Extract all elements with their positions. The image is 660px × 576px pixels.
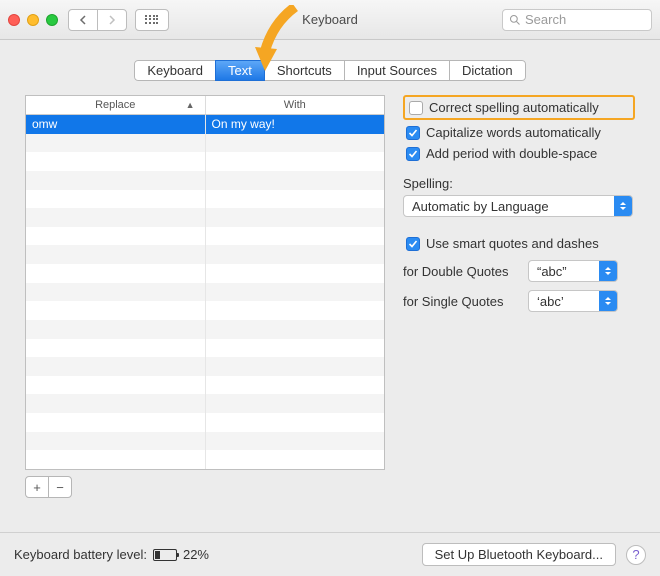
add-period-row[interactable]: Add period with double-space — [403, 145, 635, 162]
replacements-table[interactable]: Replace ▲ With omw On my way! — [25, 95, 385, 470]
spelling-select[interactable]: Automatic by Language — [403, 195, 633, 217]
checkbox-capitalize[interactable] — [406, 126, 420, 140]
table-body: omw On my way! — [26, 115, 384, 469]
preferences-window: Keyboard Search Keyboard Text Shortcuts … — [0, 0, 660, 576]
bluetooth-keyboard-button[interactable]: Set Up Bluetooth Keyboard... — [422, 543, 616, 566]
dropdown-arrows-icon — [614, 196, 632, 216]
spelling-value: Automatic by Language — [412, 199, 549, 214]
add-button[interactable]: + — [25, 476, 49, 498]
correct-spelling-label: Correct spelling automatically — [429, 100, 599, 115]
titlebar: Keyboard Search — [0, 0, 660, 40]
checkbox-add-period[interactable] — [406, 147, 420, 161]
back-button[interactable] — [68, 9, 98, 31]
add-remove-buttons: + − — [25, 476, 72, 498]
capitalize-label: Capitalize words automatically — [426, 125, 601, 140]
single-quotes-select[interactable]: ‘abc’ — [528, 290, 618, 312]
replacements-panel: Replace ▲ With omw On my way! — [25, 95, 385, 498]
search-input[interactable]: Search — [502, 9, 652, 31]
chevron-left-icon — [79, 15, 87, 25]
check-icon — [408, 128, 418, 138]
checkbox-correct-spelling[interactable] — [409, 101, 423, 115]
search-icon — [509, 14, 521, 26]
smart-quotes-label: Use smart quotes and dashes — [426, 236, 599, 251]
double-quotes-select[interactable]: “abc” — [528, 260, 618, 282]
tab-keyboard[interactable]: Keyboard — [134, 60, 216, 81]
battery-icon — [153, 549, 177, 561]
remove-button[interactable]: − — [48, 476, 72, 498]
smart-quotes-row[interactable]: Use smart quotes and dashes — [403, 235, 635, 252]
battery-percent: 22% — [183, 547, 209, 562]
tab-bar: Keyboard Text Shortcuts Input Sources Di… — [10, 60, 650, 81]
single-quotes-row: for Single Quotes ‘abc’ — [403, 290, 635, 312]
double-quotes-row: for Double Quotes “abc” — [403, 260, 635, 282]
double-quotes-value: “abc” — [537, 264, 567, 279]
minimize-icon[interactable] — [27, 14, 39, 26]
double-quotes-label: for Double Quotes — [403, 264, 521, 279]
grid-icon — [145, 15, 159, 25]
tab-input-sources[interactable]: Input Sources — [344, 60, 450, 81]
footer: Keyboard battery level: 22% Set Up Bluet… — [0, 532, 660, 576]
search-placeholder: Search — [525, 12, 566, 27]
show-all-button[interactable] — [135, 9, 169, 31]
window-controls — [8, 14, 58, 26]
tab-dictation[interactable]: Dictation — [449, 60, 526, 81]
content-area: Keyboard Text Shortcuts Input Sources Di… — [0, 40, 660, 498]
table-header: Replace ▲ With — [26, 96, 384, 115]
cell-with: On my way! — [206, 115, 385, 134]
text-options: Correct spelling automatically Capitaliz… — [403, 95, 635, 498]
single-quotes-value: ‘abc’ — [537, 294, 564, 309]
zoom-icon[interactable] — [46, 14, 58, 26]
tab-text[interactable]: Text — [215, 60, 265, 81]
col-replace[interactable]: Replace ▲ — [26, 96, 206, 114]
close-icon[interactable] — [8, 14, 20, 26]
cell-replace: omw — [26, 115, 206, 134]
capitalize-row[interactable]: Capitalize words automatically — [403, 124, 635, 141]
checkbox-smart-quotes[interactable] — [406, 237, 420, 251]
spelling-label: Spelling: — [403, 176, 635, 191]
sort-caret-icon: ▲ — [186, 100, 195, 110]
dropdown-arrows-icon — [599, 291, 617, 311]
check-icon — [408, 149, 418, 159]
forward-button[interactable] — [97, 9, 127, 31]
table-row[interactable]: omw On my way! — [26, 115, 384, 134]
correct-spelling-row[interactable]: Correct spelling automatically — [403, 95, 635, 120]
nav-buttons — [68, 9, 127, 31]
help-button[interactable]: ? — [626, 545, 646, 565]
col-with[interactable]: With — [206, 96, 385, 114]
battery-label: Keyboard battery level: — [14, 547, 147, 562]
chevron-right-icon — [108, 15, 116, 25]
check-icon — [408, 239, 418, 249]
dropdown-arrows-icon — [599, 261, 617, 281]
add-period-label: Add period with double-space — [426, 146, 597, 161]
battery-status: Keyboard battery level: 22% — [14, 547, 209, 562]
tab-shortcuts[interactable]: Shortcuts — [264, 60, 345, 81]
single-quotes-label: for Single Quotes — [403, 294, 521, 309]
